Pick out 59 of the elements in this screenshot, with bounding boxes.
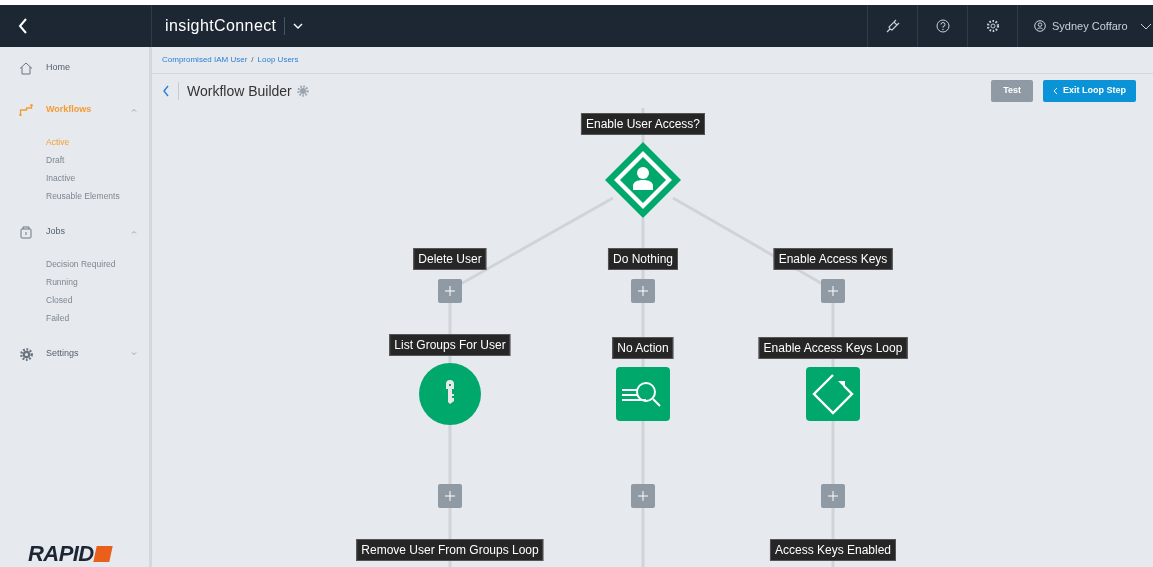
add-step-button[interactable]: [631, 484, 655, 508]
add-step-button[interactable]: [631, 279, 655, 303]
plus-icon: [445, 286, 455, 296]
settings-icon[interactable]: [985, 19, 1000, 33]
breadcrumb-link[interactable]: Compromised IAM User: [162, 54, 248, 66]
chevron-up-icon: [131, 230, 137, 234]
chevron-down-icon: [131, 352, 137, 356]
chevron-down-icon[interactable]: [293, 23, 304, 29]
plus-icon: [638, 491, 648, 501]
step-label: No Action: [612, 337, 674, 359]
home-icon: [19, 61, 33, 75]
step-label: Enable Access Keys Loop: [758, 337, 908, 359]
settings-icon: [19, 347, 33, 361]
nav-subitem[interactable]: Closed: [0, 291, 149, 309]
nav-subitem[interactable]: Running: [0, 273, 149, 291]
add-step-button[interactable]: [821, 279, 845, 303]
workflow-icon: [19, 104, 33, 116]
chevron-up-icon: [131, 108, 137, 112]
nav-subitem[interactable]: Active: [0, 133, 149, 151]
step-label: Access Keys Enabled: [769, 539, 897, 561]
key-step-node[interactable]: [419, 363, 481, 425]
nav-item[interactable]: Settings: [0, 345, 149, 363]
plus-icon: [638, 286, 648, 296]
page-title: Workflow Builder: [187, 81, 292, 101]
plus-icon: [828, 491, 838, 501]
plus-icon: [445, 491, 455, 501]
jobs-icon: [20, 225, 32, 239]
test-button[interactable]: Test: [991, 80, 1033, 102]
plug-icon[interactable]: [885, 19, 900, 33]
decision-label: Enable User Access?: [580, 113, 706, 135]
search-step-node[interactable]: [616, 367, 670, 421]
user-icon: [1034, 20, 1046, 32]
add-step-button[interactable]: [821, 484, 845, 508]
breadcrumb-link[interactable]: Loop Users: [257, 54, 299, 66]
step-label: Delete User: [413, 248, 487, 270]
step-label: List Groups For User: [389, 334, 511, 356]
nav-subitem[interactable]: Draft: [0, 151, 149, 169]
breadcrumb-separator: /: [251, 54, 254, 66]
help-icon[interactable]: [935, 19, 950, 33]
nav-item[interactable]: Workflows: [0, 101, 149, 119]
exit-loop-button[interactable]: Exit Loop Step: [1043, 80, 1136, 102]
nav-item[interactable]: Jobs: [0, 223, 149, 241]
add-step-button[interactable]: [438, 484, 462, 508]
plus-icon: [828, 286, 838, 296]
decision-node[interactable]: [603, 140, 683, 220]
chevron-left-icon: [1053, 87, 1058, 95]
nav-subitem[interactable]: Reusable Elements: [0, 187, 149, 205]
nav-subitem[interactable]: Decision Required: [0, 255, 149, 273]
loop-step-node[interactable]: [806, 367, 860, 421]
chevron-down-icon: [1139, 22, 1152, 30]
add-step-button[interactable]: [438, 279, 462, 303]
app-name: insightConnect: [165, 16, 277, 36]
step-label: Do Nothing: [608, 248, 678, 270]
nav-subitem[interactable]: Inactive: [0, 169, 149, 187]
rapid7-logo: RAPID: [0, 543, 149, 567]
step-label: Remove User From Groups Loop: [356, 539, 544, 561]
step-label: Enable Access Keys: [773, 248, 893, 270]
nav-item[interactable]: Home: [0, 59, 149, 77]
nav-subitem[interactable]: Failed: [0, 309, 149, 327]
